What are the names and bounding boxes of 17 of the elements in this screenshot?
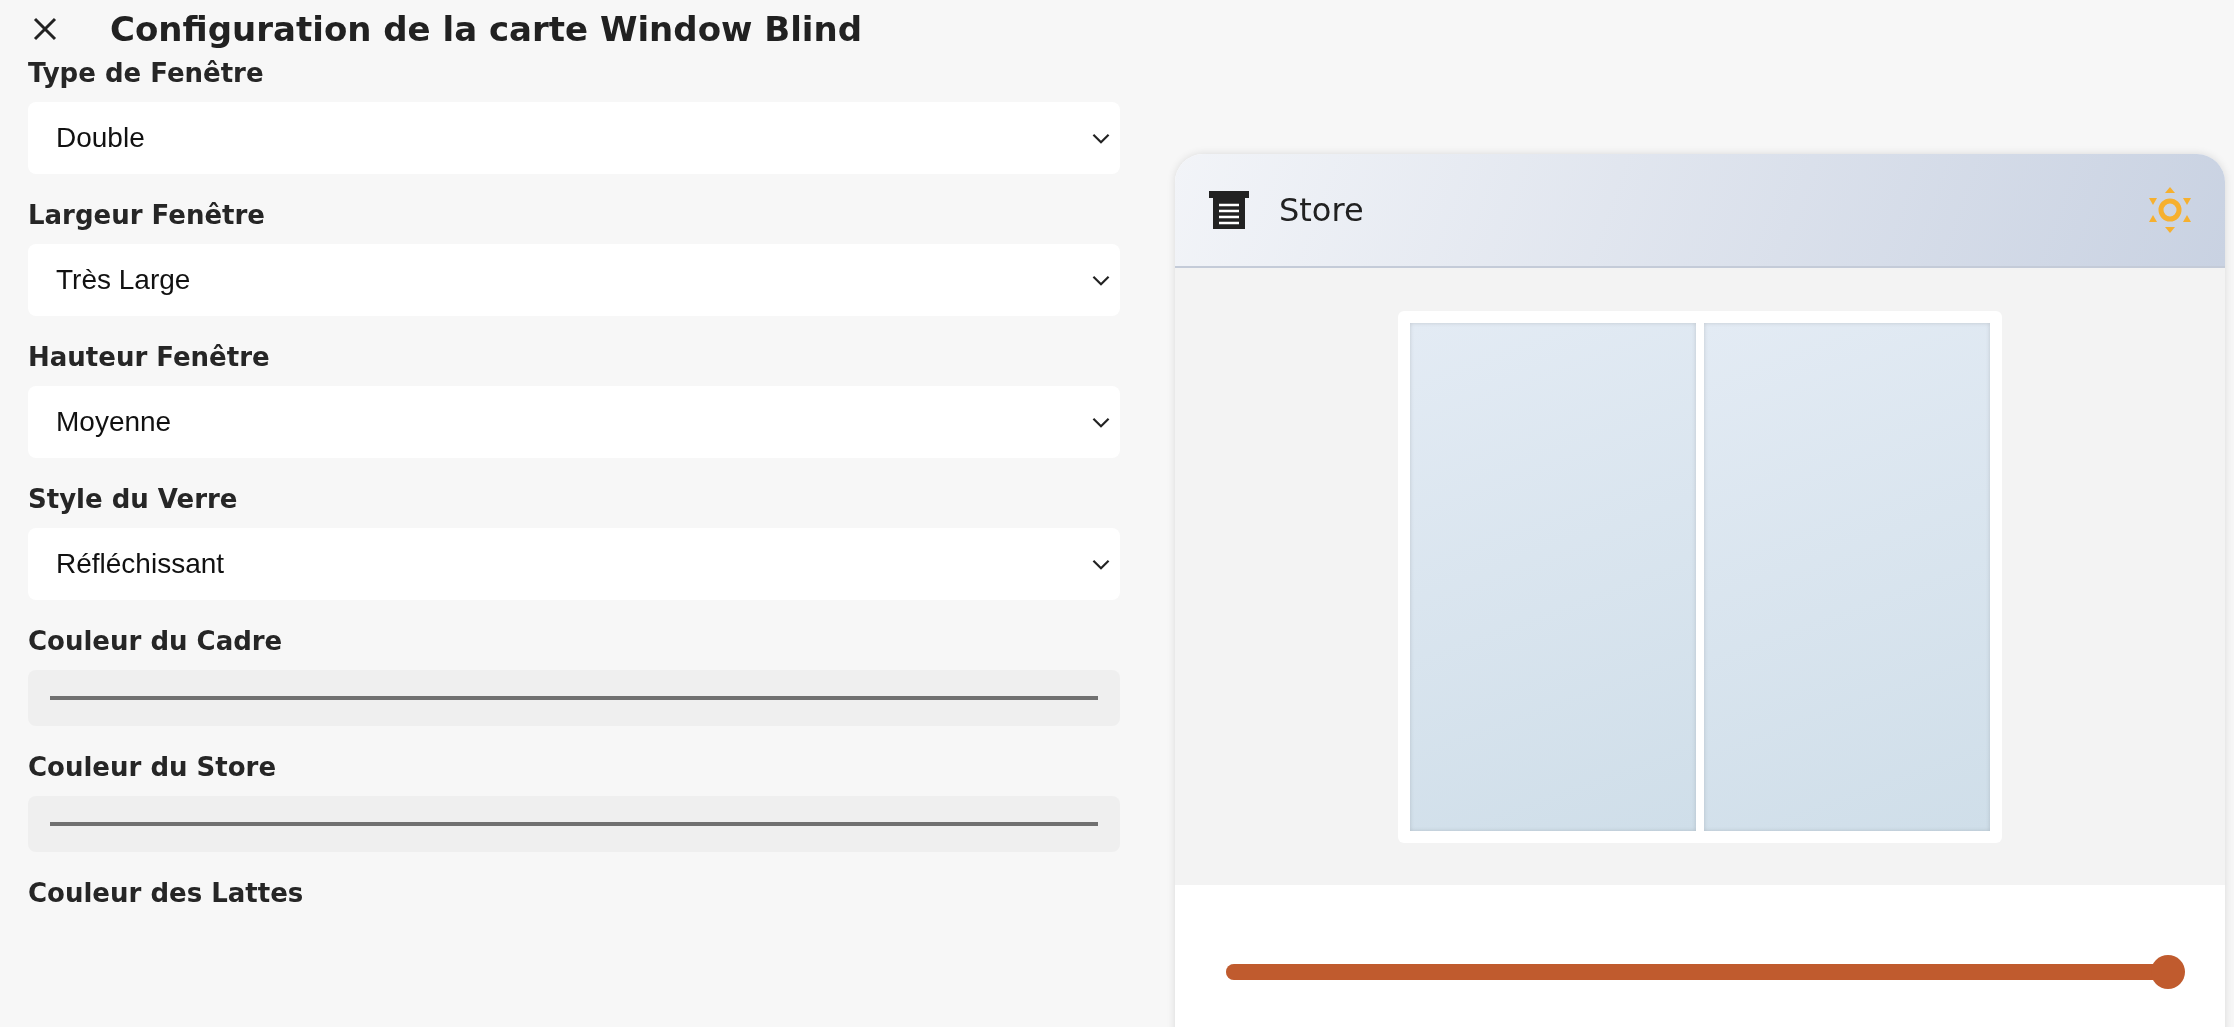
field-label: Type de Fenêtre [28, 58, 265, 88]
select-field[interactable]: Moyenne [28, 386, 1120, 458]
select-field[interactable]: Très Large [28, 244, 1120, 316]
dialog-title: Configuration de la carte Window Blind [110, 9, 863, 49]
select-field[interactable]: Double [28, 102, 1120, 174]
field-label: Largeur Fenêtre [28, 200, 266, 230]
color-field[interactable] [28, 796, 1120, 852]
field-label: Style du Verre [28, 484, 239, 514]
slider-handle[interactable] [2151, 955, 2185, 989]
blind-icon [1209, 191, 1249, 229]
color-field[interactable] [28, 670, 1120, 726]
field-label: Couleur du Cadre [28, 626, 284, 656]
field-label: Couleur des Lattes [28, 878, 305, 908]
card-title: Store [1279, 191, 1365, 229]
field-label: Couleur du Store [28, 752, 278, 782]
select-field[interactable]: Réfléchissant [28, 528, 1120, 600]
field-label: Hauteur Fenêtre [28, 342, 271, 372]
